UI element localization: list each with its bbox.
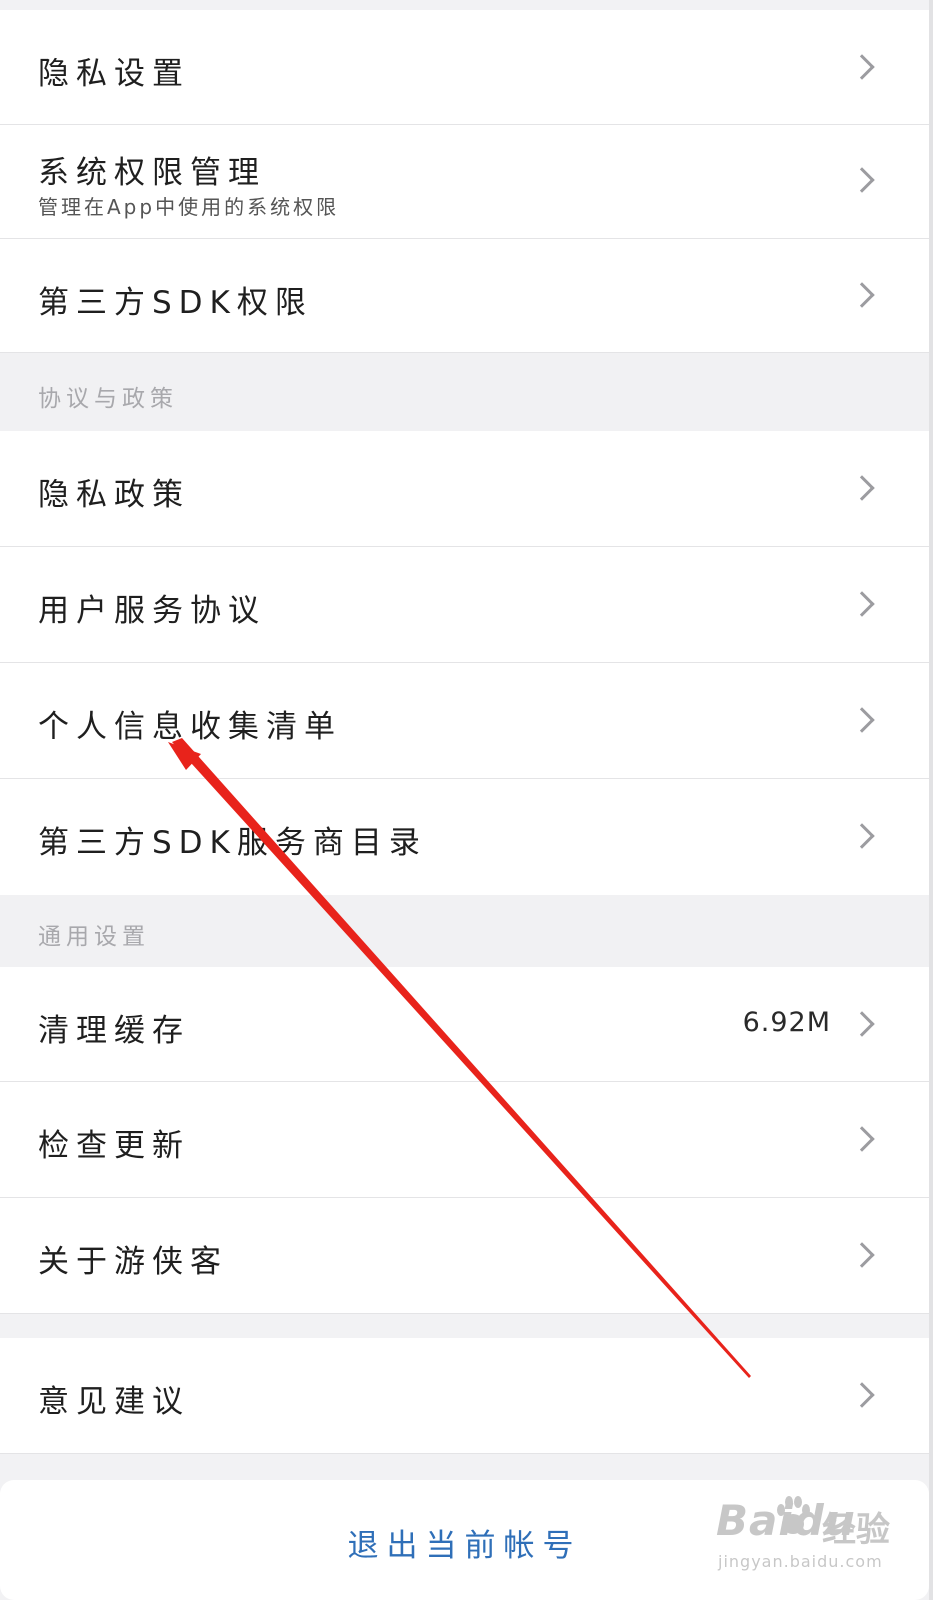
right-edge-strip bbox=[929, 0, 933, 1600]
chevron-right-icon bbox=[849, 823, 875, 849]
chevron-right-icon bbox=[849, 475, 875, 501]
row-label: 隐私设置 bbox=[38, 56, 190, 92]
chevron-right-icon bbox=[849, 167, 875, 193]
settings-row-privacy-settings[interactable]: 隐私设置 bbox=[0, 10, 929, 125]
settings-row-sdk-vendor-directory[interactable]: 第三方SDK服务商目录 bbox=[0, 779, 929, 895]
settings-row-user-agreement[interactable]: 用户服务协议 bbox=[0, 547, 929, 663]
row-subtitle: 管理在App中使用的系统权限 bbox=[38, 195, 340, 219]
section-title: 协议与政策 bbox=[38, 386, 178, 412]
settings-row-feedback[interactable]: 意见建议 bbox=[0, 1338, 929, 1454]
settings-row-privacy-policy[interactable]: 隐私政策 bbox=[0, 431, 929, 547]
cache-size-value: 6.92M bbox=[742, 1007, 831, 1038]
chevron-right-icon bbox=[849, 1242, 875, 1268]
watermark-brand-cn: 经验 bbox=[822, 1510, 890, 1550]
settings-row-about[interactable]: 关于游侠客 bbox=[0, 1198, 929, 1314]
paw-icon bbox=[777, 1496, 810, 1534]
section-header-general: 通用设置 bbox=[0, 895, 929, 967]
row-label: 关于游侠客 bbox=[38, 1244, 228, 1280]
settings-row-sdk-permissions[interactable]: 第三方SDK权限 bbox=[0, 239, 929, 353]
section-title: 通用设置 bbox=[38, 924, 150, 950]
row-label: 意见建议 bbox=[38, 1384, 190, 1420]
row-label: 第三方SDK权限 bbox=[38, 285, 313, 321]
row-label: 清理缓存 bbox=[38, 1013, 190, 1049]
baidu-jingyan-watermark: Baidu 经验 jingyan.baidu.com bbox=[712, 1492, 912, 1582]
chevron-right-icon bbox=[849, 1382, 875, 1408]
row-label: 用户服务协议 bbox=[38, 593, 266, 629]
settings-row-clear-cache[interactable]: 清理缓存 6.92M bbox=[0, 967, 929, 1082]
chevron-right-icon bbox=[849, 282, 875, 308]
row-label: 隐私政策 bbox=[38, 477, 190, 513]
chevron-right-icon bbox=[849, 54, 875, 80]
chevron-right-icon bbox=[849, 707, 875, 733]
row-label: 系统权限管理 bbox=[38, 155, 266, 191]
chevron-right-icon bbox=[849, 591, 875, 617]
settings-row-check-updates[interactable]: 检查更新 bbox=[0, 1082, 929, 1198]
settings-screen: 隐私设置 系统权限管理 管理在App中使用的系统权限 第三方SDK权限 协议与政… bbox=[0, 0, 933, 1600]
chevron-right-icon bbox=[849, 1126, 875, 1152]
settings-row-personal-info-list[interactable]: 个人信息收集清单 bbox=[0, 663, 929, 779]
section-header-policy: 协议与政策 bbox=[0, 353, 929, 431]
row-label: 个人信息收集清单 bbox=[38, 709, 342, 745]
row-label: 第三方SDK服务商目录 bbox=[38, 825, 427, 861]
watermark-url: jingyan.baidu.com bbox=[718, 1552, 883, 1571]
settings-row-system-permissions[interactable]: 系统权限管理 管理在App中使用的系统权限 bbox=[0, 125, 929, 239]
row-label: 检查更新 bbox=[38, 1128, 190, 1164]
chevron-right-icon bbox=[849, 1011, 875, 1037]
